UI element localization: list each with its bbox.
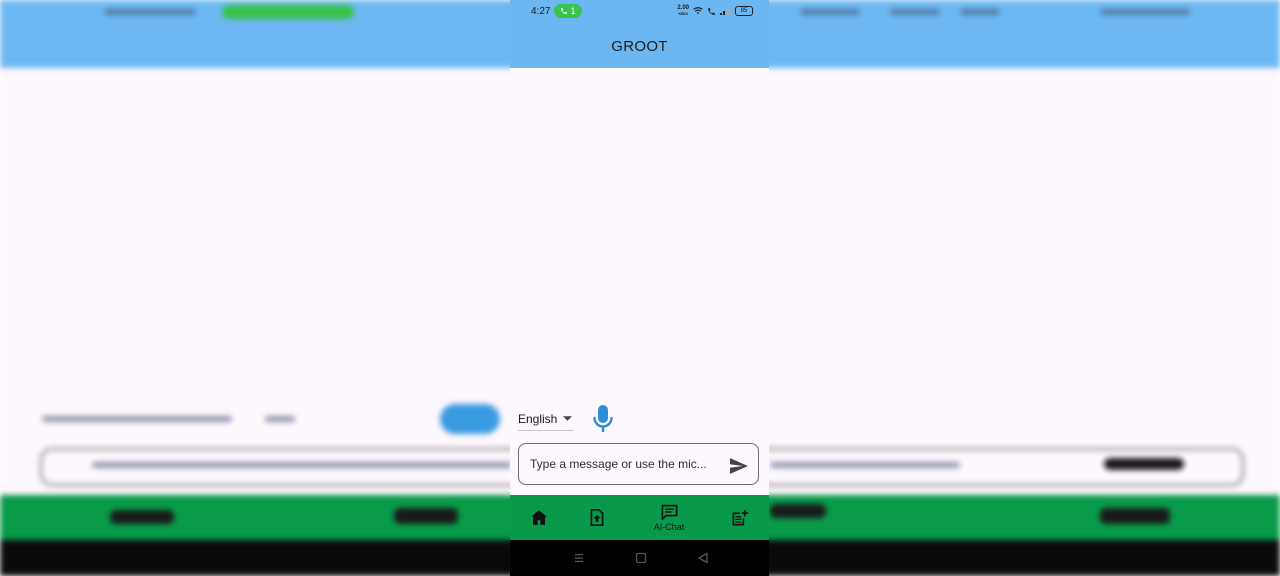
phone-screen: 4:27 1 2.00 KB/S 85 GROOT English Type a… [510, 0, 769, 576]
microphone-icon[interactable] [592, 404, 614, 434]
ongoing-call-badge[interactable]: 1 [554, 4, 582, 18]
network-speed: 2.00 KB/S [677, 5, 689, 16]
signal-icon [720, 7, 731, 15]
chat-icon [661, 504, 677, 520]
dropdown-arrow-icon [563, 416, 573, 421]
upload-file-icon [590, 509, 604, 526]
send-icon[interactable] [730, 458, 748, 474]
home-icon [531, 510, 547, 525]
nav-label-ai-chat: AI-Chat [653, 521, 685, 532]
message-input-container [518, 443, 759, 485]
status-time: 4:27 [531, 6, 551, 17]
nav-item-home[interactable] [528, 495, 550, 540]
volte-call-icon [708, 7, 715, 15]
home-button-icon[interactable] [635, 552, 647, 564]
app-bar: GROOT [510, 24, 769, 68]
nav-item-post-add[interactable] [729, 495, 751, 540]
language-selected-value: English [518, 411, 558, 426]
message-input[interactable] [528, 456, 722, 472]
input-controls-row: English [518, 404, 614, 434]
wifi-icon [693, 7, 703, 15]
call-count: 1 [570, 6, 576, 16]
recent-apps-icon[interactable] [573, 552, 585, 564]
system-navigation-bar [510, 540, 769, 576]
nav-item-ai-chat[interactable]: AI-Chat [644, 495, 694, 540]
status-icons: 2.00 KB/S 85 [677, 5, 753, 17]
chat-messages-area [510, 68, 769, 398]
language-dropdown[interactable]: English [518, 408, 574, 431]
nav-item-upload[interactable] [586, 495, 608, 540]
phone-icon [561, 8, 568, 14]
app-title: GROOT [611, 37, 668, 55]
post-add-icon [732, 509, 748, 525]
status-bar: 4:27 1 2.00 KB/S 85 [510, 0, 769, 24]
battery-indicator: 85 [735, 6, 753, 16]
bottom-navigation: AI-Chat [510, 495, 769, 540]
back-icon[interactable] [697, 552, 709, 564]
